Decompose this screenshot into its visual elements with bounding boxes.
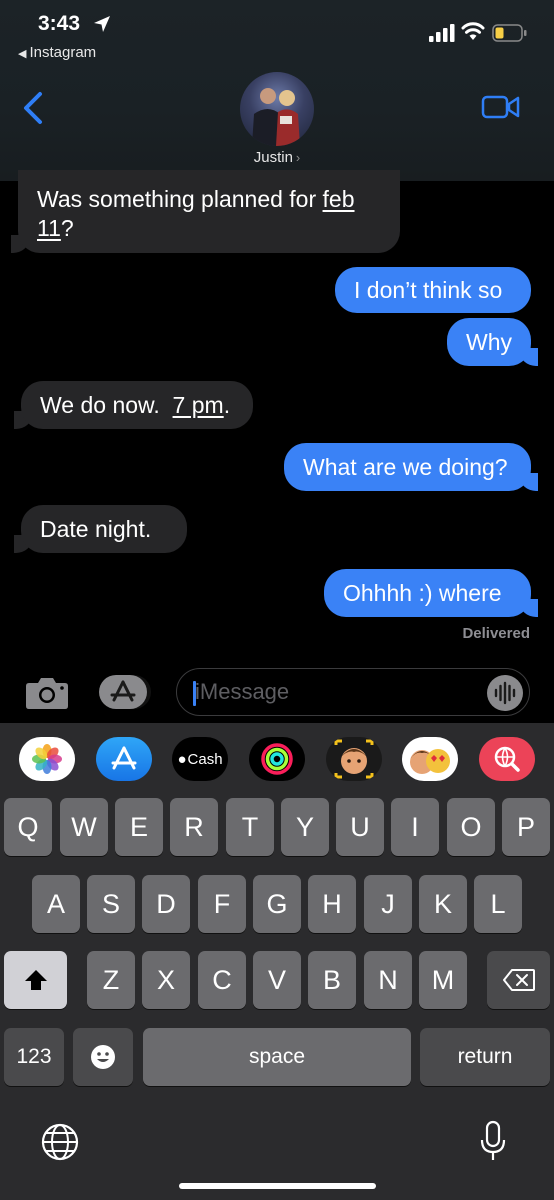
message-text: What are we doing? — [303, 453, 508, 480]
message-text: We do now. — [40, 391, 173, 418]
contact-name-button[interactable]: Justin › — [0, 149, 554, 166]
photos-flower-icon — [32, 744, 62, 774]
key-t[interactable]: T — [226, 798, 274, 856]
key-a[interactable]: A — [32, 875, 80, 933]
waveform-icon — [494, 681, 516, 705]
key-v[interactable]: V — [253, 951, 301, 1009]
message-text: Date night. — [40, 515, 152, 542]
key-x[interactable]: X — [142, 951, 190, 1009]
photos-icon[interactable] — [19, 737, 75, 781]
message-text: Why — [466, 328, 512, 355]
shift-arrow-icon — [24, 970, 47, 990]
key-s[interactable]: S — [87, 875, 135, 933]
globe-magnifier-icon — [494, 746, 520, 772]
key-c[interactable]: C — [198, 951, 246, 1009]
key-p[interactable]: P — [502, 798, 550, 856]
key-z[interactable]: Z — [87, 951, 135, 1009]
back-chevron-icon[interactable] — [18, 88, 46, 128]
delivered-status: Delivered — [462, 625, 530, 642]
date-link[interactable]: 11 — [37, 215, 61, 241]
key-b[interactable]: B — [308, 951, 356, 1009]
numbers-key[interactable]: 123 — [4, 1028, 64, 1086]
key-e[interactable]: E — [115, 798, 163, 856]
date-link[interactable]: feb — [323, 186, 355, 212]
status-time: 3:43 — [38, 12, 81, 35]
activity-icon[interactable] — [249, 737, 305, 781]
imessage-input[interactable]: iMessage — [176, 668, 530, 716]
activity-rings-icon — [261, 743, 293, 775]
message-bubble-received[interactable]: Was something planned for feb 11? — [11, 170, 400, 253]
key-o[interactable]: O — [447, 798, 495, 856]
message-text: ? — [60, 215, 74, 241]
key-y[interactable]: Y — [281, 798, 329, 856]
key-g[interactable]: G — [253, 875, 301, 933]
key-w[interactable]: W — [60, 798, 108, 856]
key-u[interactable]: U — [336, 798, 384, 856]
contact-name: Justin — [253, 149, 293, 166]
shift-key[interactable] — [4, 951, 67, 1009]
key-r[interactable]: R — [170, 798, 218, 856]
key-i[interactable]: I — [391, 798, 439, 856]
location-arrow-icon — [94, 16, 110, 32]
message-bubble-sent[interactable]: I don’t think so — [335, 267, 531, 313]
avatar-photo — [252, 88, 300, 146]
back-app-label: Instagram — [29, 44, 97, 61]
message-text: Was something planned for — [37, 186, 323, 212]
apple-logo-icon: ● — [177, 750, 187, 768]
cash-label: Cash — [187, 750, 223, 768]
key-k[interactable]: K — [419, 875, 467, 933]
message-bubble-sent[interactable]: Ohhhh :) where — [324, 569, 538, 617]
apple-cash-icon[interactable]: ● Cash — [172, 737, 228, 781]
cellular-signal-icon — [429, 24, 455, 42]
input-placeholder: iMessage — [195, 679, 290, 704]
message-line-1: Was something planned for feb — [37, 185, 355, 214]
home-indicator[interactable] — [179, 1183, 376, 1189]
dictation-mic-icon[interactable] — [478, 1120, 508, 1164]
key-d[interactable]: D — [142, 875, 190, 933]
contact-avatar[interactable] — [240, 72, 314, 146]
globe-icon[interactable] — [40, 1122, 80, 1162]
message-bubble-received[interactable]: We do now. 7 pm. — [14, 381, 253, 429]
app-store-a-icon — [111, 746, 137, 770]
return-key[interactable]: return — [420, 1028, 550, 1086]
message-text: Ohhhh :) where — [343, 579, 502, 606]
app-store-icon[interactable] — [98, 673, 152, 711]
memoji-stickers-icon[interactable] — [402, 737, 458, 781]
back-triangle-icon: ◀ — [18, 48, 27, 60]
key-f[interactable]: F — [198, 875, 246, 933]
time-link[interactable]: 7 pm — [173, 391, 224, 420]
backspace-icon — [502, 969, 535, 991]
battery-icon — [492, 24, 527, 42]
audio-message-button[interactable] — [487, 675, 523, 711]
key-q[interactable]: Q — [4, 798, 52, 856]
key-j[interactable]: J — [364, 875, 412, 933]
message-bubble-sent[interactable]: What are we doing? — [284, 443, 538, 491]
web-search-icon[interactable] — [479, 737, 535, 781]
app-store-app-icon[interactable] — [96, 737, 152, 781]
memoji-icon[interactable] — [326, 737, 382, 781]
message-line-2: 11? — [37, 214, 74, 243]
message-bubble-sent[interactable]: Why — [447, 318, 538, 366]
memoji-face-icon — [334, 739, 374, 779]
message-text: . — [223, 391, 231, 418]
back-to-app-link[interactable]: ◀ Instagram — [18, 44, 96, 61]
delete-key[interactable] — [487, 951, 550, 1009]
wifi-icon — [461, 22, 485, 40]
space-key[interactable]: space — [143, 1028, 411, 1086]
message-bubble-received[interactable]: Date night. — [14, 505, 187, 553]
sticker-faces-icon — [410, 749, 450, 774]
emoji-icon — [91, 1045, 115, 1069]
key-m[interactable]: M — [419, 951, 467, 1009]
conversation-header: 3:43 ◀ Instagram Justin › — [0, 0, 554, 181]
camera-icon[interactable] — [24, 673, 70, 711]
key-l[interactable]: L — [474, 875, 522, 933]
facetime-video-icon[interactable] — [481, 93, 521, 121]
emoji-key[interactable] — [73, 1028, 133, 1086]
key-h[interactable]: H — [308, 875, 356, 933]
message-text: I don’t think so — [354, 276, 503, 303]
chevron-right-icon: › — [295, 150, 301, 165]
key-n[interactable]: N — [364, 951, 412, 1009]
